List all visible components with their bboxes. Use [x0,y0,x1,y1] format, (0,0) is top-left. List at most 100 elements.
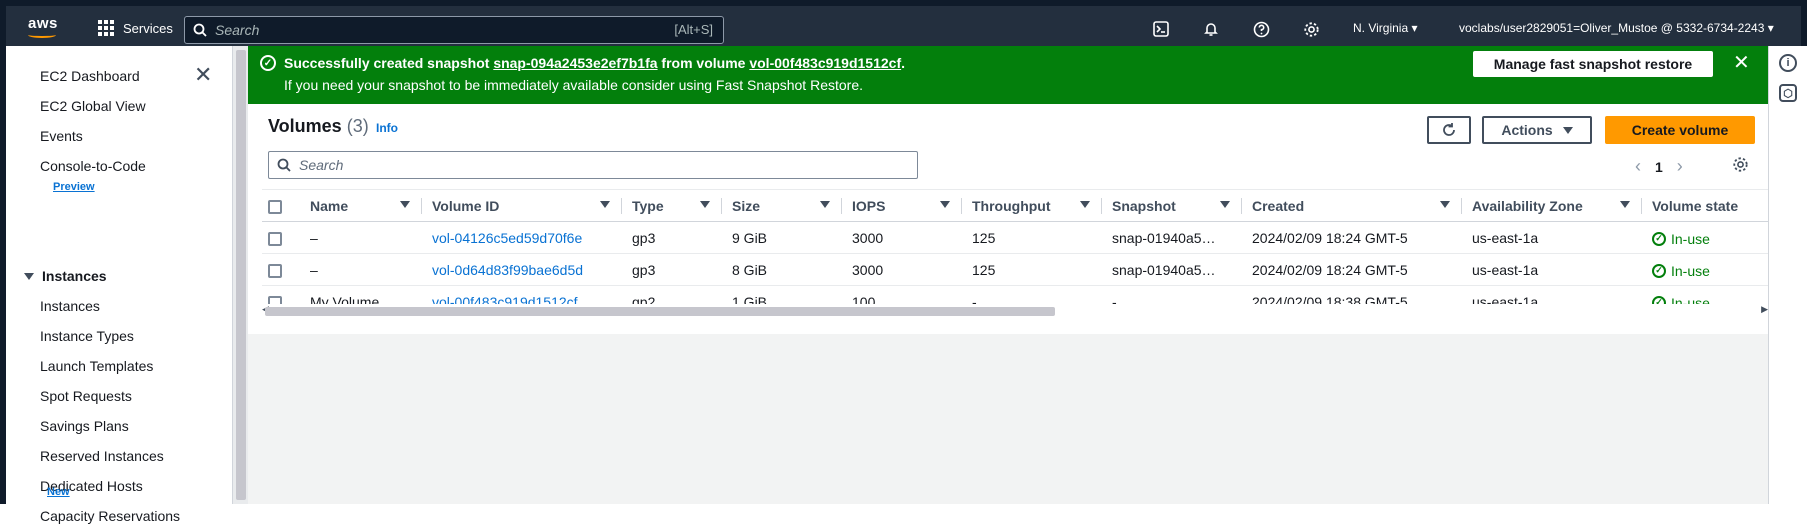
cell-throughput: 125 [962,253,1102,286]
success-flash: ✓ Successfully created snapshot snap-094… [248,46,1768,104]
refresh-icon [1443,123,1455,136]
col-type[interactable]: Type [622,189,722,222]
cell-az: us-east-1a [1462,221,1642,254]
page-number[interactable]: 1 [1655,159,1663,175]
search-shortcut: [Alt+S] [674,22,713,37]
table-row[interactable]: – vol-04126c5ed59d70f6e gp3 9 GiB 3000 1… [262,221,1768,254]
sidebar-item-instances[interactable]: Instances [40,298,100,314]
col-volume-state[interactable]: Volume state [1642,189,1768,222]
caret-down-icon [24,272,34,280]
actions-button[interactable]: Actions [1482,116,1592,144]
refresh-button[interactable] [1427,116,1471,144]
sidebar-item-reserved-instances[interactable]: Reserved Instances [40,448,164,464]
sort-icon [700,201,710,208]
grid-icon [98,20,114,36]
search-icon [269,158,299,172]
col-size[interactable]: Size [722,189,842,222]
cell-created: 2024/02/09 18:24 GMT-5 [1242,253,1462,286]
select-all-checkbox[interactable] [268,199,282,214]
next-page-icon[interactable]: › [1677,156,1683,177]
bell-icon[interactable] [1200,18,1222,40]
sidebar-item-launch-templates[interactable]: Launch Templates [40,358,153,374]
region-selector[interactable]: N. Virginia ▾ [1353,21,1418,35]
sidebar-scrollbar[interactable] [232,46,248,504]
flash-close-icon[interactable]: ✕ [1733,53,1750,73]
aws-logo[interactable]: aws [28,15,58,32]
create-volume-button[interactable]: Create volume [1605,116,1755,144]
sidebar-item-spot-requests[interactable]: Spot Requests [40,388,132,404]
col-created[interactable]: Created [1242,189,1462,222]
sidebar-item-global-view[interactable]: EC2 Global View [40,98,146,114]
table-row[interactable]: – vol-0d64d83f99bae6d5d gp3 8 GiB 3000 1… [262,253,1768,286]
cloudshell-icon[interactable] [1150,18,1172,40]
cell-iops: 3000 [842,253,962,286]
cell-name: – [300,253,422,286]
prev-page-icon[interactable]: ‹ [1635,156,1641,177]
state-badge: ✓ In-use [1652,231,1710,247]
top-navigation: aws Services [Alt+S] N. Virginia ▾ vocla… [0,0,1807,46]
sidebar-item-console-to-code[interactable]: Console-to-Code [40,158,146,174]
main-content: ✓ Successfully created snapshot snap-094… [248,46,1768,504]
col-name[interactable]: Name [300,189,422,222]
table-horizontal-scrollbar[interactable]: ◀ ▶ [262,304,1768,318]
cell-name: – [300,221,422,254]
flash-prefix: Successfully created snapshot [284,55,494,71]
table-preferences-gear-icon[interactable] [1732,156,1749,176]
sort-icon [940,201,950,208]
sidebar-item-ec2-dashboard[interactable]: EC2 Dashboard [40,68,140,84]
table-header-row: Name Volume ID Type Size IOPS Throughput… [262,189,1768,222]
sort-icon [1220,201,1230,208]
caret-down-icon [1562,126,1573,134]
cell-size: 8 GiB [722,253,842,286]
pagination: ‹ 1 › [1635,156,1683,177]
col-volume-id[interactable]: Volume ID [422,189,622,222]
global-search[interactable]: [Alt+S] [184,16,724,44]
select-all-cell [262,189,300,222]
volumes-search-input[interactable] [299,157,899,173]
sidebar-item-savings-plans[interactable]: Savings Plans [40,418,129,434]
info-panel-icon[interactable]: i [1779,54,1797,72]
sort-icon [1440,201,1450,208]
global-search-input[interactable] [215,22,635,38]
cell-volume-id-link[interactable]: vol-0d64d83f99bae6d5d [432,262,583,278]
manage-fast-snapshot-restore-button[interactable]: Manage fast snapshot restore [1473,51,1713,77]
scroll-right-icon: ▶ [1761,304,1768,314]
account-menu[interactable]: voclabs/user2829051=Oliver_Mustoe @ 5332… [1459,21,1774,35]
volumes-title: Volumes (3) [268,116,369,137]
sidebar-item-instance-types[interactable]: Instance Types [40,328,134,344]
snapshot-link[interactable]: snap-094a2453e2ef7b1fa [493,55,657,71]
right-rail: i ⬡ [1768,46,1807,504]
row-checkbox[interactable] [268,231,282,246]
services-label: Services [123,20,173,36]
actions-label: Actions [1501,122,1553,138]
tools-panel-icon[interactable]: ⬡ [1779,84,1797,102]
volumes-table: Name Volume ID Type Size IOPS Throughput… [262,189,1768,318]
cell-iops: 3000 [842,221,962,254]
info-link[interactable]: Info [376,121,398,135]
services-menu[interactable]: Services [98,20,173,36]
status-ok-icon: ✓ [1652,231,1666,246]
sidebar-item-capacity-reservations[interactable]: Capacity Reservations [40,508,180,524]
state-badge: ✓ In-use [1652,263,1710,279]
new-badge[interactable]: New [47,486,70,498]
col-iops[interactable]: IOPS [842,189,962,222]
sort-icon [1620,201,1630,208]
col-availability-zone[interactable]: Availability Zone [1462,189,1642,222]
sidebar: EC2 Dashboard ✕ EC2 Global View Events C… [0,46,248,524]
status-ok-icon: ✓ [1652,263,1666,278]
row-checkbox[interactable] [268,263,282,278]
col-snapshot[interactable]: Snapshot [1102,189,1242,222]
sidebar-item-events[interactable]: Events [40,128,83,144]
col-throughput[interactable]: Throughput [962,189,1102,222]
volumes-search[interactable] [268,151,918,179]
help-icon[interactable] [1250,18,1272,40]
sidebar-section-label: Instances [42,268,107,284]
close-icon[interactable]: ✕ [194,64,212,86]
sidebar-section-instances[interactable]: Instances [24,268,107,284]
settings-gear-icon[interactable] [1300,18,1322,40]
preview-badge[interactable]: Preview [53,181,95,193]
sort-icon [400,201,410,208]
cell-az: us-east-1a [1462,253,1642,286]
cell-volume-id-link[interactable]: vol-04126c5ed59d70f6e [432,230,582,246]
volume-link[interactable]: vol-00f483c919d1512cf [749,55,901,71]
